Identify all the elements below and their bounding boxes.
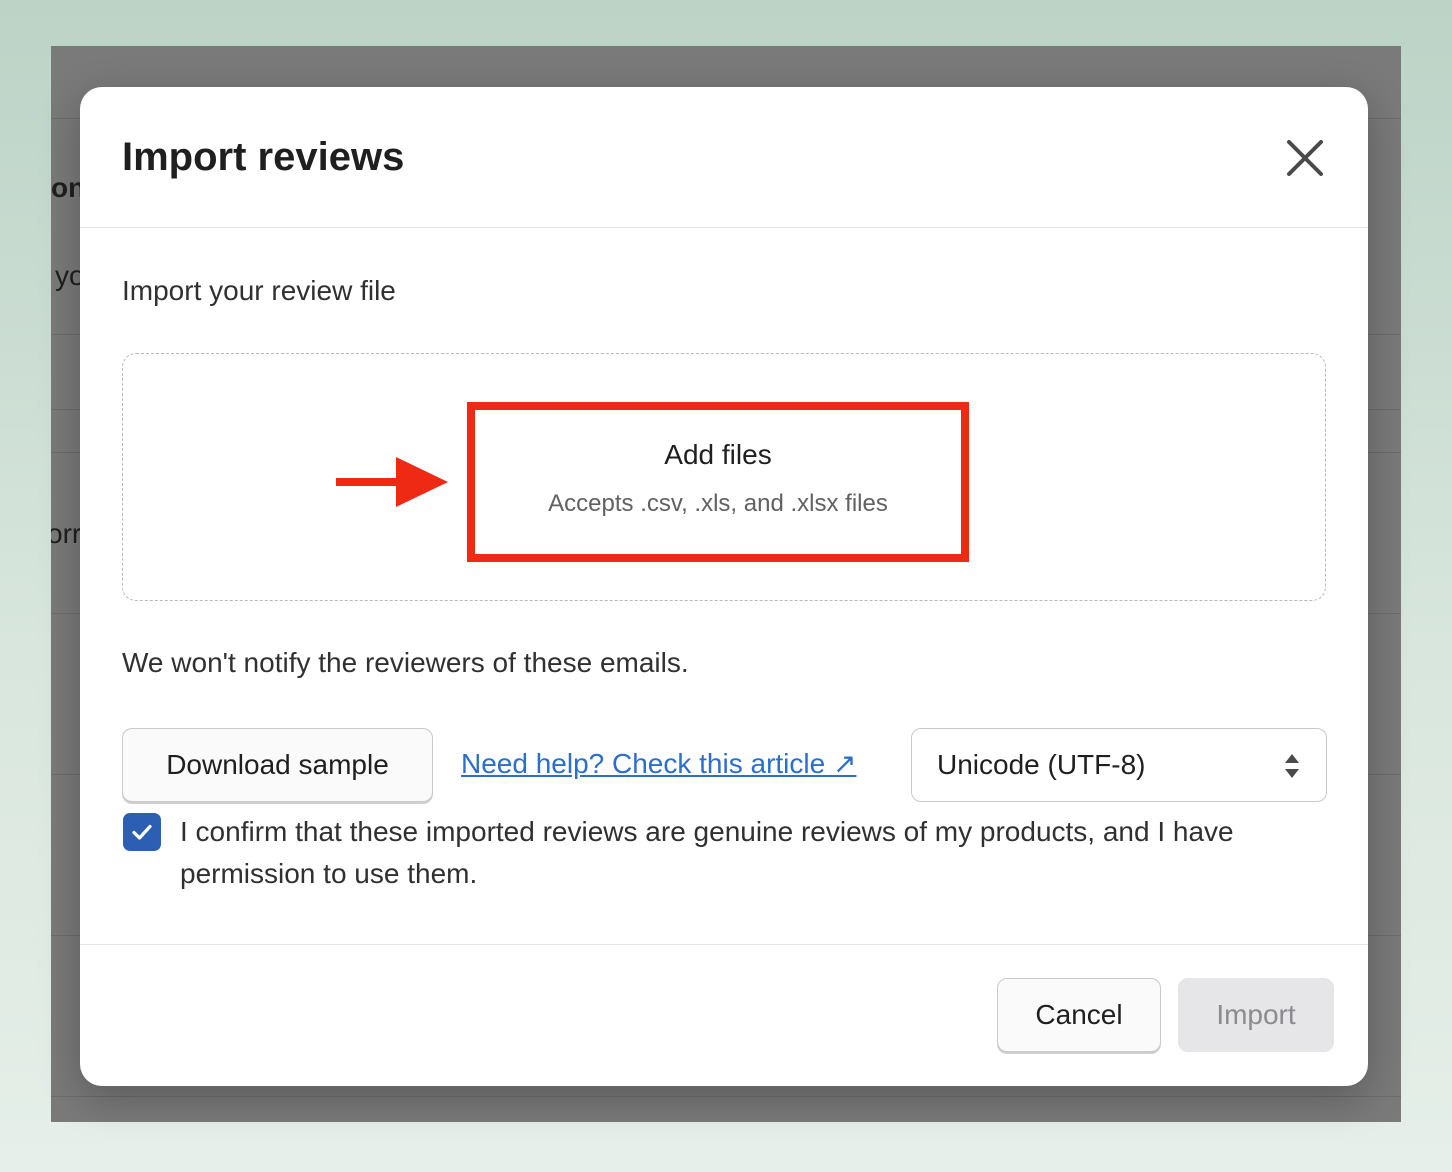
confirm-checkbox[interactable] xyxy=(123,813,161,851)
highlight-box xyxy=(467,402,969,562)
background-divider xyxy=(51,1096,1401,1097)
checkmark-icon xyxy=(132,824,152,840)
background-text-fragment: orr xyxy=(51,518,82,549)
modal-header: Import reviews xyxy=(80,87,1368,228)
footer-divider xyxy=(80,944,1368,945)
modal-title: Import reviews xyxy=(122,135,405,179)
encoding-select[interactable]: Unicode (UTF-8) xyxy=(911,728,1327,802)
accepted-file-types: Accepts .csv, .xls, and .xlsx files xyxy=(548,490,888,517)
confirm-label: I confirm that these imported reviews ar… xyxy=(180,816,1234,889)
arrow-right-icon xyxy=(336,457,448,507)
import-reviews-modal: Import reviews Import your review file A… xyxy=(80,87,1368,1086)
close-button[interactable] xyxy=(1278,131,1332,185)
close-icon xyxy=(1287,140,1323,176)
notification-note: We won't notify the reviewers of these e… xyxy=(122,647,689,678)
help-article-link[interactable]: Need help? Check this article ↗ xyxy=(461,747,856,780)
section-label: Import your review file xyxy=(122,275,396,306)
cancel-button[interactable]: Cancel xyxy=(997,978,1161,1052)
select-arrows-icon xyxy=(1285,754,1299,778)
import-button[interactable]: Import xyxy=(1178,978,1334,1052)
encoding-selected-value: Unicode (UTF-8) xyxy=(937,749,1146,780)
download-sample-button[interactable]: Download sample xyxy=(122,728,433,802)
add-files-button[interactable]: Add files xyxy=(467,439,969,471)
